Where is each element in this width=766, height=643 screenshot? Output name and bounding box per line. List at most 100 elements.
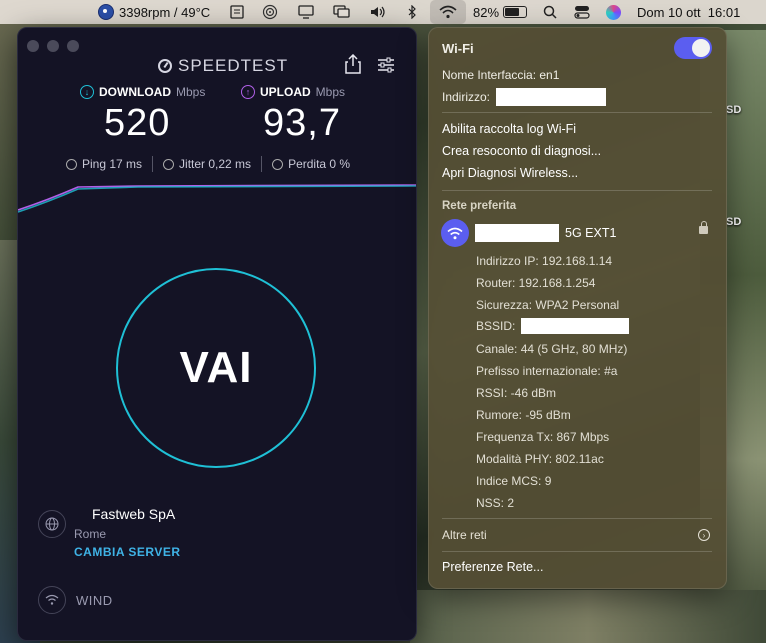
wifi-toggle[interactable] [674, 37, 712, 59]
speedtest-window: SPEEDTEST ↓ DOWNLOAD Mbps 520 ↑ UPLOAD M… [17, 27, 417, 641]
download-header: ↓ DOWNLOAD Mbps [80, 85, 205, 99]
bluetooth-menu-item[interactable] [407, 0, 417, 24]
preferred-network-item[interactable]: 5G EXT1 [475, 224, 616, 242]
wifi-icon [439, 5, 457, 19]
search-icon [543, 5, 557, 19]
redacted-address [496, 88, 607, 106]
screen-mirroring-icon [333, 5, 350, 18]
jitter-text: Jitter 0,22 ms [179, 157, 252, 171]
app-title: SPEEDTEST [158, 56, 288, 76]
redacted-ssid [475, 224, 559, 242]
display-menu-item[interactable] [298, 0, 314, 24]
control-center-icon [574, 6, 590, 19]
other-networks-item[interactable]: Altre reti [442, 528, 487, 542]
ping-stat: Ping 17 ms [56, 157, 152, 171]
wifi-isp-icon [38, 586, 66, 614]
network-preferences-item[interactable]: Preferenze Rete... [442, 560, 543, 574]
app-title-text: SPEEDTEST [178, 56, 289, 75]
siri-menu-item[interactable] [606, 0, 621, 24]
menu-separator [442, 190, 712, 191]
ping-icon [66, 158, 77, 170]
network-name-suffix: 5G EXT1 [565, 226, 617, 240]
jitter-icon [163, 158, 175, 170]
screen-mirroring-menu-item[interactable] [333, 0, 350, 24]
enable-wifi-logging-item[interactable]: Abilita raccolta log Wi-Fi [442, 122, 576, 136]
battery-percent: 82% [473, 4, 500, 20]
siri-icon [606, 4, 621, 20]
airdrop-icon [262, 4, 278, 20]
detail-nss: NSS: 2 [476, 496, 515, 510]
menu-separator [442, 112, 712, 113]
wifi-menu-panel: Wi-Fi Nome Interfaccia: en1 Indirizzo: A… [428, 27, 727, 589]
window-zoom-button[interactable] [67, 40, 79, 52]
download-unit: Mbps [176, 85, 206, 99]
speed-graph [18, 184, 416, 213]
jitter-stat: Jitter 0,22 ms [153, 157, 261, 171]
clock-menu-item[interactable]: Dom 10 ott 16:01 [637, 0, 740, 24]
download-arrow-icon: ↓ [80, 85, 94, 99]
battery-menu-item[interactable]: 82% [473, 0, 528, 24]
address-label: Indirizzo: [442, 90, 491, 104]
date-time: Dom 10 ott 16:01 [637, 4, 741, 20]
battery-icon [503, 6, 528, 18]
wifi-menu-item[interactable] [430, 0, 466, 24]
bluetooth-icon [408, 5, 416, 19]
detail-mcs-index: Indice MCS: 9 [476, 474, 552, 488]
detail-noise: Rumore: -95 dBm [476, 408, 571, 422]
desktop-drive-label[interactable]: SD [726, 216, 741, 228]
lock-icon [699, 221, 708, 234]
clipboard-icon [230, 5, 244, 19]
window-minimize-button[interactable] [47, 40, 59, 52]
interface-name: Nome Interfaccia: en1 [442, 68, 560, 82]
desktop-wallpaper-bottom [410, 590, 766, 643]
change-server-link[interactable]: CAMBIA SERVER [74, 545, 181, 559]
cpu-stats-text: 3398rpm / 49°C [119, 4, 211, 20]
upload-arrow-icon: ↑ [241, 85, 255, 99]
share-icon[interactable] [344, 54, 362, 74]
address-row: Indirizzo: [442, 88, 607, 106]
download-label: DOWNLOAD [99, 85, 171, 99]
server-provider: Fastweb SpA [92, 506, 176, 522]
download-value: 520 [104, 102, 171, 144]
window-close-button[interactable] [27, 40, 39, 52]
upload-value: 93,7 [263, 102, 341, 144]
detail-ip: Indirizzo IP: 192.168.1.14 [476, 254, 613, 268]
globe-icon [38, 510, 66, 538]
bssid-label: BSSID: [476, 319, 516, 333]
speaker-icon [371, 6, 385, 18]
packet-loss-icon [272, 158, 284, 170]
volume-menu-item[interactable] [370, 0, 388, 24]
upload-header: ↑ UPLOAD Mbps [241, 85, 345, 99]
detail-rssi: RSSI: -46 dBm [476, 386, 557, 400]
speedometer-icon [158, 59, 172, 73]
airdrop-menu-item[interactable] [262, 0, 278, 24]
redacted-bssid [521, 318, 630, 334]
desktop-drive-label[interactable]: SD [726, 104, 741, 116]
open-wireless-diagnostics-item[interactable]: Apri Diagnosi Wireless... [442, 166, 578, 180]
control-center-menu-item[interactable] [574, 0, 590, 24]
create-diagnostics-report-item[interactable]: Crea resoconto di diagnosi... [442, 144, 601, 158]
cpu-monitor-item[interactable]: 3398rpm / 49°C [98, 0, 210, 24]
server-city: Rome [74, 527, 107, 541]
clipboard-menu-item[interactable] [229, 0, 245, 24]
network-wifi-icon[interactable] [441, 219, 469, 247]
display-icon [298, 5, 314, 19]
isp-name: WIND [76, 592, 113, 608]
chevron-right-icon[interactable]: › [698, 529, 710, 541]
detail-router: Router: 192.168.1.254 [476, 276, 596, 290]
spotlight-menu-item[interactable] [543, 0, 557, 24]
toggle-knob [692, 39, 710, 57]
upload-unit: Mbps [315, 85, 346, 99]
menu-separator [442, 518, 712, 519]
menu-bar: 3398rpm / 49°C 82% Dom 10 ott 16:01 [0, 0, 766, 24]
latency-stats: Ping 17 ms Jitter 0,22 ms Perdita 0 % [56, 156, 360, 172]
detail-country-code: Prefisso internazionale: #a [476, 364, 618, 378]
loss-text: Perdita 0 % [288, 157, 351, 171]
isp-info: WIND [38, 586, 113, 614]
fan-icon [98, 4, 114, 20]
start-test-button[interactable]: VAI [116, 268, 316, 468]
detail-tx-rate: Frequenza Tx: 867 Mbps [476, 430, 610, 444]
settings-sliders-icon[interactable] [377, 56, 395, 74]
ping-text: Ping 17 ms [82, 157, 143, 171]
wifi-panel-title: Wi-Fi [442, 41, 474, 56]
